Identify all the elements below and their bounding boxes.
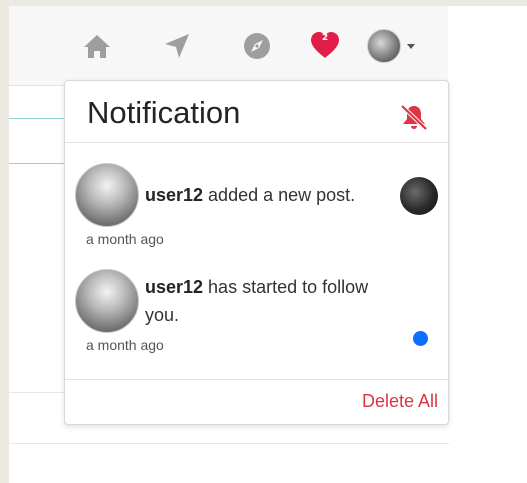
notifications-heart-icon[interactable]: 2 — [309, 30, 341, 62]
mute-notifications-icon[interactable] — [398, 103, 430, 131]
window-frame-left — [0, 0, 9, 483]
explore-icon[interactable] — [241, 30, 273, 62]
notification-time: a month ago — [86, 231, 164, 247]
notification-username[interactable]: user12 — [145, 185, 203, 205]
background-divider — [9, 163, 69, 164]
notification-time: a month ago — [86, 337, 164, 353]
top-navbar: 2 — [9, 6, 448, 86]
send-icon[interactable] — [161, 30, 193, 62]
unread-indicator — [413, 331, 428, 346]
chevron-down-icon[interactable] — [407, 43, 415, 49]
notification-header: Notification — [65, 81, 448, 143]
notification-message: user12 has started to follow you. — [145, 273, 395, 329]
notification-dropdown: Notification user12 added a new post. a … — [64, 80, 449, 425]
notification-message: user12 added a new post. — [145, 181, 395, 209]
post-thumbnail[interactable] — [400, 177, 438, 215]
notification-username[interactable]: user12 — [145, 277, 203, 297]
avatar[interactable] — [367, 29, 401, 63]
notification-title: Notification — [87, 95, 241, 130]
background-divider — [9, 443, 449, 444]
user-avatar[interactable] — [75, 163, 139, 227]
background-divider — [9, 118, 69, 119]
home-icon[interactable] — [81, 30, 113, 62]
profile-menu[interactable] — [361, 29, 421, 63]
notification-item[interactable]: user12 has started to follow you. a mont… — [65, 269, 448, 359]
delete-all-button[interactable]: Delete All — [362, 391, 438, 412]
notification-footer: Delete All — [65, 379, 448, 425]
user-avatar[interactable] — [75, 269, 139, 333]
notification-text: added a new post. — [203, 185, 356, 205]
notification-item[interactable]: user12 added a new post. a month ago — [65, 163, 448, 253]
notification-count-badge: 2 — [321, 33, 329, 43]
